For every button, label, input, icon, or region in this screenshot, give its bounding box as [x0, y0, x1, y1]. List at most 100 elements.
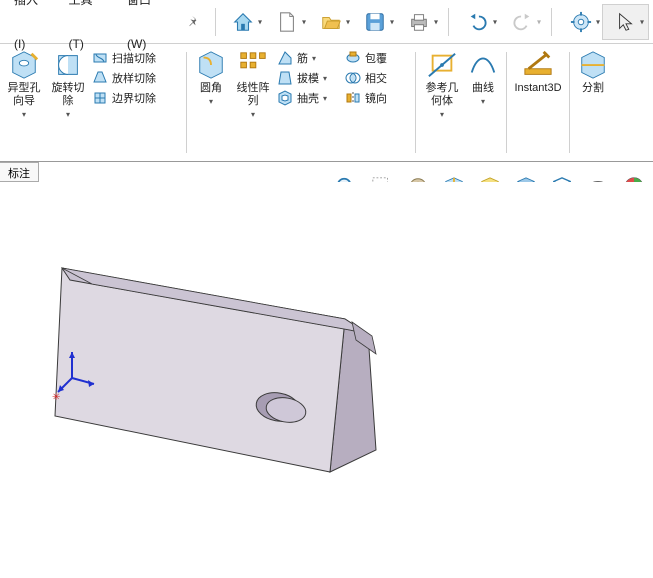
ref-geometry-button[interactable]: 参考几 何体 ▾ [420, 48, 464, 161]
new-button[interactable]: ▾ [266, 6, 308, 38]
loft-cut-button[interactable]: 放样切除 [92, 70, 180, 86]
separator [415, 52, 416, 153]
home-button[interactable]: ▾ [222, 6, 264, 38]
loft-cut-label: 放样切除 [112, 70, 156, 86]
intersect-label: 相交 [365, 70, 387, 86]
separator [215, 8, 216, 36]
shell-icon [277, 90, 293, 106]
chevron-down-icon: ▾ [312, 54, 316, 63]
draft-icon [277, 70, 293, 86]
chevron-down-icon: ▾ [493, 17, 497, 26]
instant3d-button[interactable]: Instant3D [511, 48, 565, 161]
undo-button[interactable]: ▾ [457, 6, 499, 38]
shell-button[interactable]: 抽壳 ▾ [277, 90, 341, 106]
wrap-label: 包覆 [365, 50, 387, 66]
pin-icon[interactable] [187, 15, 201, 29]
chevron-down-icon: ▾ [440, 110, 444, 119]
cut-methods-group: 扫描切除 放样切除 边界切除 [90, 48, 182, 161]
new-file-icon [276, 11, 298, 33]
fillet-button[interactable]: 圆角 ▾ [191, 48, 231, 161]
save-icon [364, 11, 386, 33]
ref-geometry-label: 参考几 何体 [426, 82, 459, 108]
sweep-cut-button[interactable]: 扫描切除 [92, 50, 180, 66]
home-icon [232, 11, 254, 33]
3d-viewport[interactable]: ✳ [0, 182, 653, 578]
print-icon [408, 11, 430, 33]
chevron-down-icon: ▾ [640, 17, 644, 26]
wrap-icon [345, 50, 361, 66]
linear-pattern-button[interactable]: 线性阵 列 ▾ [231, 48, 275, 161]
redo-button[interactable]: ▾ [501, 6, 543, 38]
mirror-label: 镜向 [365, 90, 387, 106]
print-button[interactable]: ▾ [398, 6, 440, 38]
chevron-down-icon: ▾ [22, 110, 26, 119]
boundary-cut-button[interactable]: 边界切除 [92, 90, 180, 106]
fillet-label: 圆角 [200, 82, 222, 95]
revolve-cut-label: 旋转切 除 [52, 82, 85, 108]
redo-icon [511, 11, 533, 33]
quick-access-toolbar: ▾ ▾ ▾ ▾ ▾ ▾ ▾ ▾ [222, 6, 602, 38]
open-button[interactable]: ▾ [310, 6, 352, 38]
loft-cut-icon [92, 70, 108, 86]
draft-button[interactable]: 拔模 ▾ [277, 70, 341, 86]
intersect-icon [345, 70, 361, 86]
features-group-2: 包覆 相交 镜向 [343, 48, 411, 161]
chevron-down-icon: ▾ [390, 17, 394, 26]
curves-button[interactable]: 曲线 ▾ [464, 48, 502, 161]
chevron-down-icon: ▾ [434, 17, 438, 26]
chevron-down-icon: ▾ [251, 110, 255, 119]
split-icon [578, 50, 608, 80]
chevron-down-icon: ▾ [302, 17, 306, 26]
intersect-button[interactable]: 相交 [345, 70, 409, 86]
hole-wizard-label: 异型孔 向导 [8, 82, 41, 108]
chevron-down-icon: ▾ [596, 17, 600, 26]
chevron-down-icon: ▾ [258, 17, 262, 26]
menu-bar: 插入(I) 工具(T) 窗口(W) ▾ ▾ ▾ ▾ ▾ ▾ [0, 0, 653, 44]
chevron-down-icon: ▾ [346, 17, 350, 26]
chevron-down-icon: ▾ [323, 94, 327, 103]
boundary-cut-icon [92, 90, 108, 106]
ref-geometry-icon [427, 50, 457, 80]
undo-icon [467, 11, 489, 33]
curves-label: 曲线 [472, 82, 494, 95]
instant3d-label: Instant3D [514, 82, 561, 95]
draft-label: 拔模 [297, 70, 319, 86]
chevron-down-icon: ▾ [323, 74, 327, 83]
svg-text:✳: ✳ [52, 392, 60, 403]
options-button[interactable]: ▾ [560, 6, 602, 38]
separator [551, 8, 552, 36]
sweep-cut-icon [92, 50, 108, 66]
sweep-cut-label: 扫描切除 [112, 50, 156, 66]
rib-button[interactable]: 筋▾ [277, 50, 341, 66]
hole-wizard-icon [9, 50, 39, 80]
separator [186, 52, 187, 153]
shell-label: 抽壳 [297, 90, 319, 106]
features-group-1: 筋▾ 拔模▾ 抽壳▾ [275, 48, 343, 161]
select-tool-button[interactable]: ▾ [602, 4, 649, 40]
mirror-button[interactable]: 镜向 [345, 90, 409, 106]
hole-wizard-button[interactable]: 异型孔 向导 ▾ [2, 48, 46, 161]
wrap-button[interactable]: 包覆 [345, 50, 409, 66]
boundary-cut-label: 边界切除 [112, 90, 156, 106]
separator [569, 52, 570, 153]
ribbon-toolbar: 异型孔 向导 ▾ 旋转切 除 ▾ 扫描切除 放样切除 边界切除 圆角 ▾ 线性阵… [0, 44, 653, 162]
instant3d-icon [523, 50, 553, 80]
rib-icon [277, 50, 293, 66]
save-button[interactable]: ▾ [354, 6, 396, 38]
linear-pattern-label: 线性阵 列 [237, 82, 270, 108]
rib-label: 筋 [297, 50, 308, 66]
gear-icon [570, 11, 592, 33]
tab-annotate[interactable]: 标注 [0, 162, 39, 182]
separator [506, 52, 507, 153]
model-render: ✳ [0, 182, 653, 578]
fillet-icon [196, 50, 226, 80]
split-button[interactable]: 分割 [574, 48, 612, 161]
chevron-down-icon: ▾ [66, 110, 70, 119]
chevron-down-icon: ▾ [209, 97, 213, 106]
split-label: 分割 [582, 82, 604, 95]
linear-pattern-icon [238, 50, 268, 80]
revolve-cut-button[interactable]: 旋转切 除 ▾ [46, 48, 90, 161]
chevron-down-icon: ▾ [481, 97, 485, 106]
chevron-down-icon: ▾ [537, 17, 541, 26]
curves-icon [468, 50, 498, 80]
